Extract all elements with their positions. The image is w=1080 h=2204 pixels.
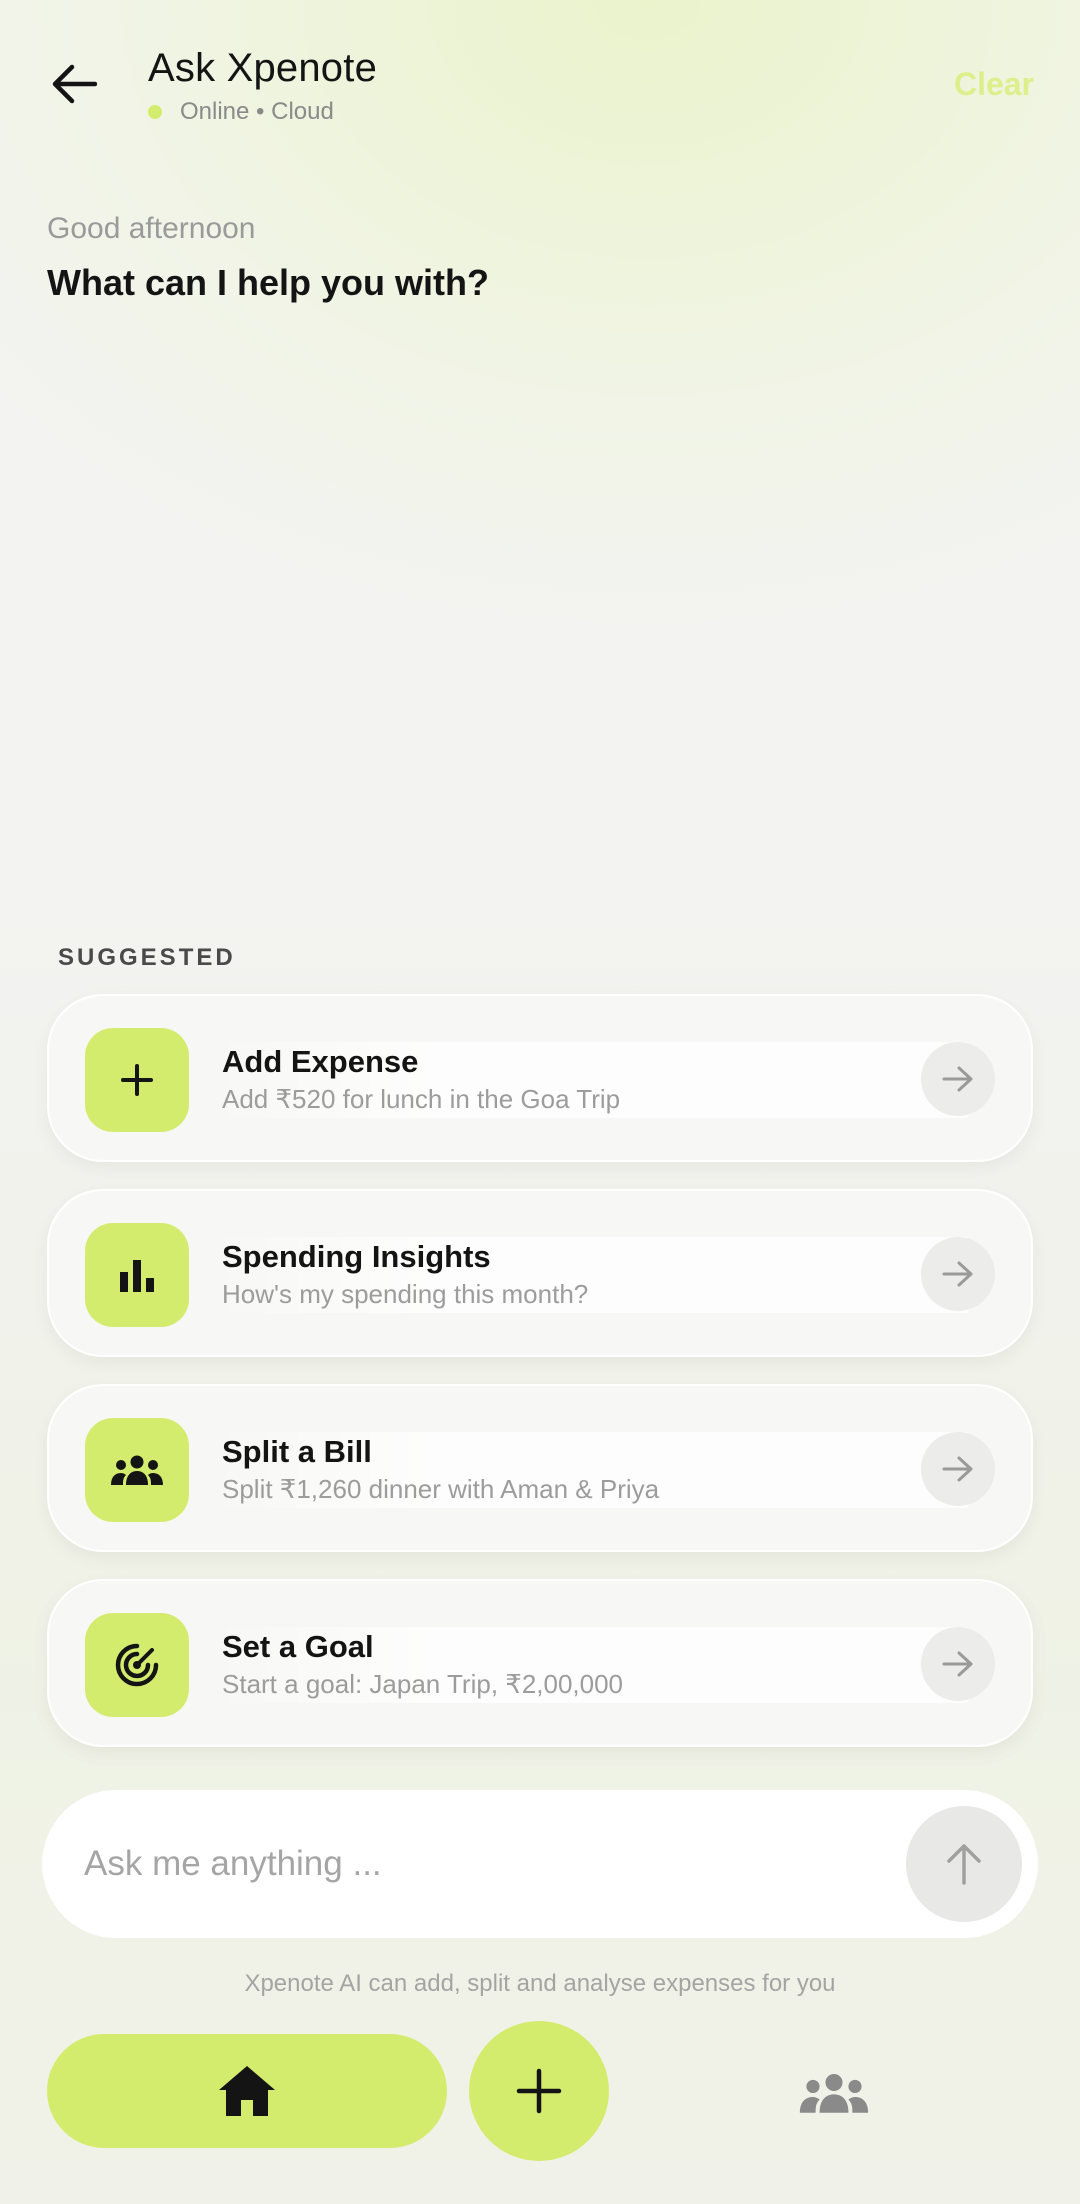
suggestion-icon-box: [85, 1418, 189, 1522]
online-dot-icon: [148, 105, 162, 119]
suggestion-subtitle: How's my spending this month?: [222, 1279, 589, 1309]
suggestion-card-split-bill[interactable]: Split a Bill Split ₹1,260 dinner with Am…: [47, 1384, 1033, 1552]
arrow-right-icon: [942, 1066, 973, 1092]
suggestion-go-button[interactable]: [921, 1042, 995, 1116]
arrow-up-icon: [947, 1844, 981, 1885]
arrow-left-icon: [52, 64, 97, 104]
chat-input[interactable]: [84, 1834, 904, 1894]
nav-groups-button[interactable]: [770, 2055, 898, 2131]
arrow-right-icon: [942, 1456, 973, 1482]
header: Ask Xpenote Online • Cloud Clear: [0, 0, 1080, 180]
home-icon: [219, 2066, 275, 2116]
plus-icon: [121, 1064, 153, 1096]
suggestion-icon-box: [85, 1613, 189, 1717]
nav-home-button[interactable]: [47, 2034, 447, 2148]
connection-status-text: Online • Cloud: [180, 98, 334, 125]
connection-status: Online • Cloud: [148, 98, 334, 126]
suggestion-subtitle: Add ₹520 for lunch in the Goa Trip: [222, 1084, 621, 1114]
group-icon: [799, 2073, 869, 2113]
suggestion-card-set-goal[interactable]: Set a Goal Start a goal: Japan Trip, ₹2,…: [47, 1579, 1033, 1747]
suggestion-go-button[interactable]: [921, 1237, 995, 1311]
chat-input-bar: [42, 1790, 1038, 1938]
suggestion-icon-box: [85, 1028, 189, 1132]
suggestion-go-button[interactable]: [921, 1627, 995, 1701]
arrow-right-icon: [942, 1261, 973, 1287]
target-icon: [115, 1643, 159, 1687]
suggestion-subtitle: Split ₹1,260 dinner with Aman & Priya: [222, 1474, 660, 1504]
plus-icon: [516, 2068, 562, 2114]
suggestion-title: Split a Bill: [222, 1434, 372, 1469]
suggestion-title: Set a Goal: [222, 1629, 374, 1664]
group-icon: [111, 1455, 163, 1485]
clear-button[interactable]: Clear: [954, 66, 1034, 103]
suggestion-icon-box: [85, 1223, 189, 1327]
suggestion-card-add-expense[interactable]: Add Expense Add ₹520 for lunch in the Go…: [47, 994, 1033, 1162]
back-button[interactable]: [44, 54, 104, 114]
ai-disclaimer: Xpenote AI can add, split and analyse ex…: [244, 1970, 836, 1997]
suggestion-title: Spending Insights: [222, 1239, 491, 1274]
greeting-text: Good afternoon: [47, 212, 256, 245]
bar-chart-icon: [120, 1260, 154, 1292]
suggestion-go-button[interactable]: [921, 1432, 995, 1506]
send-button[interactable]: [906, 1806, 1022, 1922]
nav-add-button[interactable]: [469, 2021, 609, 2161]
page-title: Ask Xpenote: [148, 46, 378, 90]
suggestion-title: Add Expense: [222, 1044, 419, 1079]
help-prompt: What can I help you with?: [47, 262, 490, 303]
suggestion-card-spending-insights[interactable]: Spending Insights How's my spending this…: [47, 1189, 1033, 1357]
suggested-heading: SUGGESTED: [58, 944, 236, 971]
arrow-right-icon: [942, 1651, 973, 1677]
suggestion-subtitle: Start a goal: Japan Trip, ₹2,00,000: [222, 1669, 624, 1699]
